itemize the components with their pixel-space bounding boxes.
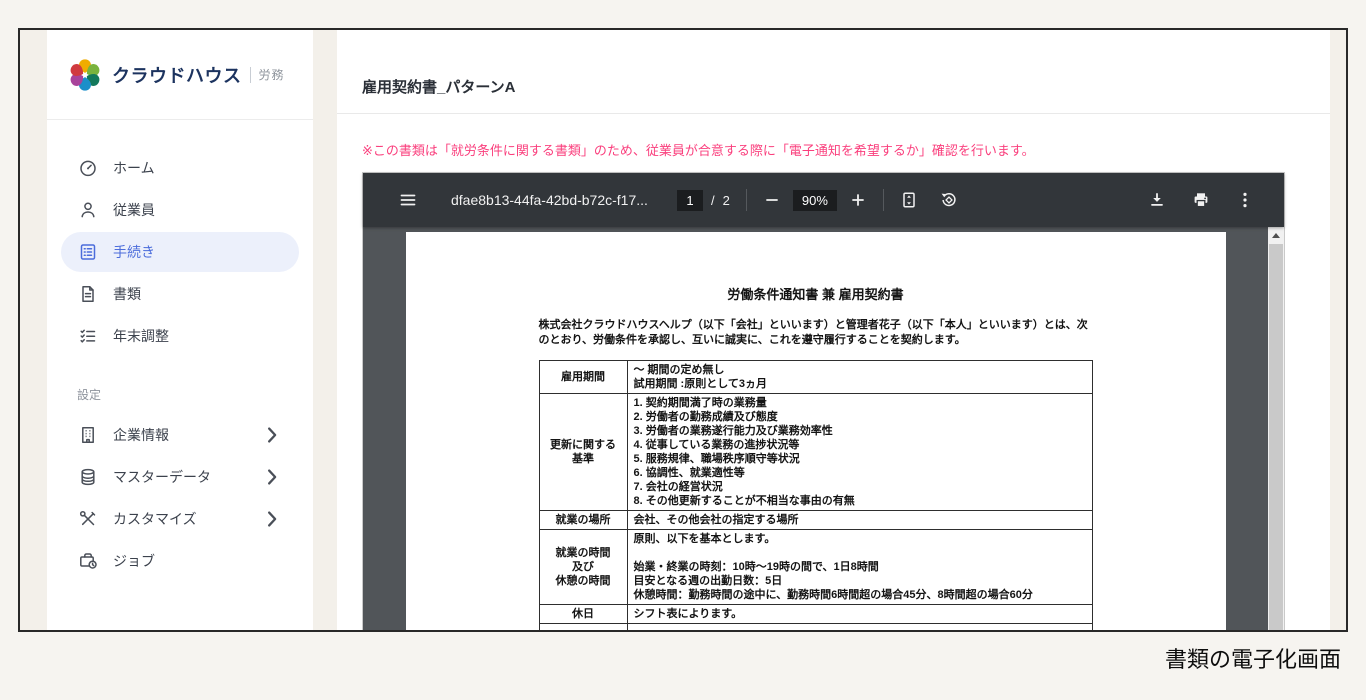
table-row: 更新に関する 基準 1. 契約期間満了時の業務量 2. 労働者の勤務成績及び態度… <box>539 394 1092 511</box>
window-frame: クラウドハウス 労務 ホーム 従業員 <box>18 28 1348 632</box>
checklist-icon <box>78 242 98 262</box>
chevron-right-icon <box>262 425 282 445</box>
sidebar-item-label: 従業員 <box>113 200 155 220</box>
more-options-button[interactable] <box>1236 191 1254 209</box>
zoom-in-button[interactable] <box>849 191 867 209</box>
pdf-scrollbar[interactable] <box>1268 227 1284 630</box>
page-separator: / <box>711 193 715 208</box>
gauge-icon <box>78 158 98 178</box>
person-icon <box>78 200 98 220</box>
settings-section-label: 設定 <box>77 386 313 403</box>
page-title: 雇用契約書_パターンA <box>337 30 1330 114</box>
page-number-input[interactable]: 1 <box>677 190 703 211</box>
app-sidebar: クラウドハウス 労務 ホーム 従業員 <box>47 30 313 630</box>
sidebar-item-home[interactable]: ホーム <box>61 148 299 188</box>
chevron-right-icon <box>262 467 282 487</box>
table-row: 就業の時間 及び 休憩の時間 原則、以下を基本とします。 始業・終業の時刻：10… <box>539 530 1092 605</box>
pdf-toolbar: dfae8b13-44fa-42bd-b72c-f17... 1 / 2 90% <box>363 173 1284 227</box>
row-label-cell: 更新に関する 基準 <box>539 394 627 511</box>
document-title: 労働条件通知書 兼 雇用契約書 <box>539 284 1093 303</box>
download-button[interactable] <box>1148 191 1166 209</box>
row-label-cell: 休日 <box>539 605 627 624</box>
page-total: 2 <box>723 193 730 208</box>
row-value-cell: 会社、その他会社の指定する場所 <box>627 511 1092 530</box>
zoom-out-button[interactable] <box>763 191 781 209</box>
document-intro: 株式会社クラウドハウスヘルプ（以下「会社」といいます）と管理者花子（以下「本人」… <box>539 318 1093 348</box>
building-icon <box>78 425 98 445</box>
row-value-cell: シフト表によります。 <box>627 605 1092 624</box>
fit-page-button[interactable] <box>900 191 918 209</box>
brand-suffix-label: 労務 <box>259 66 285 83</box>
toolbar-divider <box>883 189 884 211</box>
row-label-cell: 雇用期間 <box>539 361 627 394</box>
sidebar-item-label: 手続き <box>113 242 155 262</box>
rotate-icon <box>940 191 958 209</box>
sidebar-settings-nav: 企業情報 マスターデータ カスタマイズ <box>47 415 313 581</box>
zoom-out-icon <box>763 191 781 209</box>
pdf-canvas[interactable]: 労働条件通知書 兼 雇用契約書 株式会社クラウドハウスヘルプ（以下「会社」といい… <box>363 227 1268 630</box>
sidebar-item-master-data[interactable]: マスターデータ <box>61 457 299 497</box>
more-vertical-icon <box>1236 191 1254 209</box>
table-row: 雇用期間 ～ 期間の定め無し 試用期間 :原則として3ヵ月 <box>539 361 1092 394</box>
table-row: 休日 シフト表によります。 <box>539 605 1092 624</box>
pdf-filename: dfae8b13-44fa-42bd-b72c-f17... <box>451 192 663 208</box>
sidebar-item-label: 企業情報 <box>113 425 169 445</box>
menu-icon <box>399 191 417 209</box>
row-value-cell: 1. 年次有給休暇 就業規則32条の定めによります。 2. その他の休暇 会社が… <box>627 624 1092 631</box>
row-label-cell: 休暇 <box>539 624 627 631</box>
main-panel: 雇用契約書_パターンA ※この書類は「就労条件に関する書類」のため、従業員が合意… <box>337 30 1330 630</box>
brand-name: クラウドハウス <box>112 62 242 88</box>
scroll-thumb[interactable] <box>1269 244 1283 630</box>
chevron-right-icon <box>262 509 282 529</box>
print-icon <box>1192 191 1210 209</box>
download-icon <box>1148 191 1166 209</box>
fit-page-icon <box>900 191 918 209</box>
sidebar-item-company-info[interactable]: 企業情報 <box>61 415 299 455</box>
sidebar-item-label: ジョブ <box>113 551 155 571</box>
document-page: 労働条件通知書 兼 雇用契約書 株式会社クラウドハウスヘルプ（以下「会社」といい… <box>406 232 1226 630</box>
pdf-viewer: dfae8b13-44fa-42bd-b72c-f17... 1 / 2 90% <box>362 172 1285 630</box>
sidebar-item-documents[interactable]: 書類 <box>61 274 299 314</box>
sidebar-item-label: 書類 <box>113 284 141 304</box>
row-value-cell: ～ 期間の定め無し 試用期間 :原則として3ヵ月 <box>627 361 1092 394</box>
sidebar-item-label: 年末調整 <box>113 326 169 346</box>
rotate-button[interactable] <box>940 191 958 209</box>
briefcase-clock-icon <box>78 551 98 571</box>
sidebar-nav: ホーム 従業員 手続き 書類 <box>47 120 313 356</box>
sidebar-item-procedures[interactable]: 手続き <box>61 232 299 272</box>
sidebar-item-customize[interactable]: カスタマイズ <box>61 499 299 539</box>
flower-logo-icon <box>67 57 103 93</box>
table-row: 就業の場所 会社、その他会社の指定する場所 <box>539 511 1092 530</box>
print-button[interactable] <box>1192 191 1210 209</box>
sidebar-item-jobs[interactable]: ジョブ <box>61 541 299 581</box>
scroll-up-button[interactable] <box>1268 227 1284 244</box>
sidebar-item-label: ホーム <box>113 158 155 178</box>
row-value-cell: 1. 契約期間満了時の業務量 2. 労働者の勤務成績及び態度 3. 労働者の業務… <box>627 394 1092 511</box>
brand-logo[interactable]: クラウドハウス 労務 <box>47 30 313 120</box>
tasklist-icon <box>78 326 98 346</box>
zoom-level-badge: 90% <box>793 190 837 211</box>
notice-text: ※この書類は「就労条件に関する書類」のため、従業員が合意する際に「電子通知を希望… <box>362 140 1305 159</box>
table-row: 休暇 1. 年次有給休暇 就業規則32条の定めによります。 2. その他の休暇 … <box>539 624 1092 631</box>
contract-table: 雇用期間 ～ 期間の定め無し 試用期間 :原則として3ヵ月 更新に関する 基準 … <box>539 360 1093 630</box>
brand-divider <box>250 67 251 83</box>
sidebar-item-label: カスタマイズ <box>113 509 197 529</box>
toolbar-divider <box>746 189 747 211</box>
database-icon <box>78 467 98 487</box>
scroll-up-arrow-icon <box>1272 233 1280 238</box>
sidebar-item-label: マスターデータ <box>113 467 211 487</box>
tools-icon <box>78 509 98 529</box>
row-label-cell: 就業の時間 及び 休憩の時間 <box>539 530 627 605</box>
row-value-cell: 原則、以下を基本とします。 始業・終業の時刻：10時～19時の間で、1日8時間 … <box>627 530 1092 605</box>
row-label-cell: 就業の場所 <box>539 511 627 530</box>
toolbar-right-group <box>1148 191 1254 209</box>
sidebar-item-employees[interactable]: 従業員 <box>61 190 299 230</box>
pdf-menu-button[interactable] <box>399 191 417 209</box>
screen-caption: 書類の電子化画面 <box>1165 642 1341 674</box>
sidebar-item-year-end-adjustment[interactable]: 年末調整 <box>61 316 299 356</box>
zoom-in-icon <box>849 191 867 209</box>
document-icon <box>78 284 98 304</box>
